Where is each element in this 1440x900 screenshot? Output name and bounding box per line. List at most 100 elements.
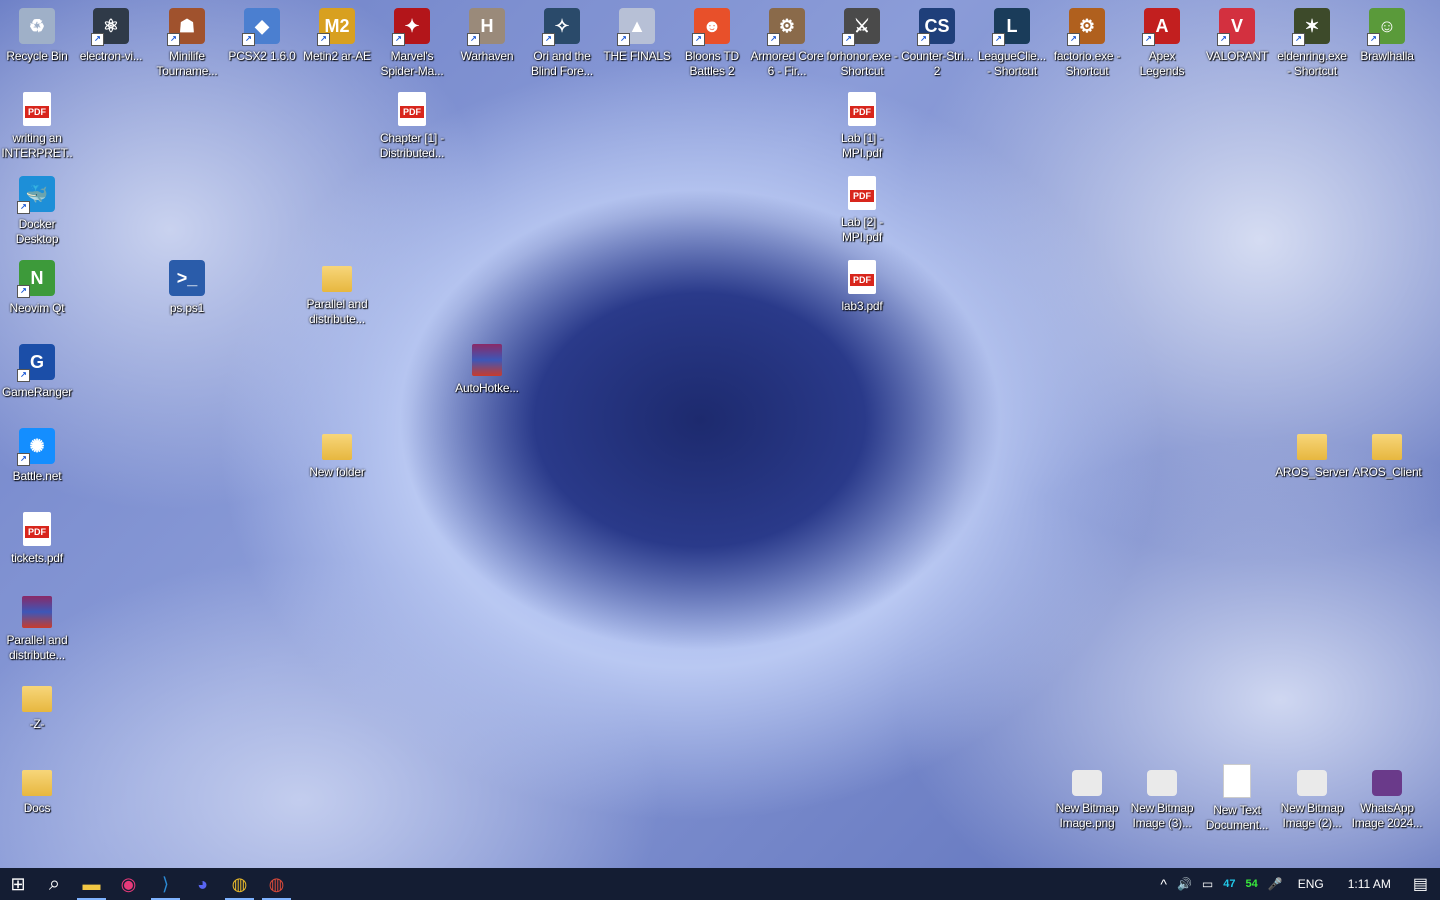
- desktop-icon[interactable]: ✦ ↗ Marvel's Spider-Ma...: [375, 4, 449, 84]
- app-icon: ☗ ↗: [167, 8, 205, 46]
- desktop-icon-label: New Bitmap Image (3)...: [1130, 801, 1194, 830]
- taskbar: ⊞ ⌕ ▬ ◉ ⟩ ◕ ◍ ◍ ^ 🔊 ▭ 47 54 🎤 ENG 1:11 AM ▤: [0, 868, 1440, 900]
- tray-temp-green[interactable]: 54: [1241, 868, 1263, 900]
- desktop-icon[interactable]: ☗ ↗ Minilife Tourname...: [150, 4, 224, 84]
- app-icon: ✦ ↗: [392, 8, 430, 46]
- desktop-icon-label: WhatsApp Image 2024...: [1351, 801, 1423, 830]
- desktop-icon-label: Counter-Stri... 2: [901, 49, 973, 78]
- app-icon: ◍: [268, 873, 285, 894]
- shortcut-arrow-icon: ↗: [692, 33, 705, 46]
- desktop-icon[interactable]: ⚔ ↗ forhonor.exe - Shortcut: [825, 4, 899, 84]
- shortcut-arrow-icon: ↗: [617, 33, 630, 46]
- desktop-icon[interactable]: CS ↗ Counter-Stri... 2: [900, 4, 974, 84]
- image-file-icon: [1072, 770, 1102, 796]
- desktop-icon[interactable]: PDF tickets.pdf: [0, 508, 74, 588]
- desktop-icon[interactable]: 🐳 ↗ Docker Desktop: [0, 172, 74, 252]
- desktop-icon[interactable]: PDF writing an INTERPRET...: [0, 88, 74, 168]
- desktop-icon[interactable]: -Z-: [0, 676, 74, 756]
- show-hidden-icons-chevron[interactable]: ^: [1155, 868, 1172, 900]
- pdf-file-icon: PDF: [398, 92, 426, 126]
- desktop-icon[interactable]: ☻ ↗ Bloons TD Battles 2: [675, 4, 749, 84]
- desktop-icon[interactable]: ✺ ↗ Battle.net: [0, 424, 74, 504]
- notification-center-icon[interactable]: ▤: [1405, 868, 1440, 900]
- network-icon[interactable]: ▭: [1197, 868, 1218, 900]
- desktop-icon[interactable]: ⚙ ↗ factorio.exe - Shortcut: [1050, 4, 1124, 84]
- desktop-icon[interactable]: M2 ↗ Metin2 ar-AE: [300, 4, 374, 84]
- taskbar-app-button[interactable]: ◍: [221, 868, 258, 900]
- desktop-icon[interactable]: WhatsApp Image 2024...: [1350, 760, 1424, 840]
- desktop-icon-label: New Bitmap Image (2)...: [1280, 801, 1344, 830]
- desktop-icon[interactable]: PDF lab3.pdf: [825, 256, 899, 336]
- desktop-icon[interactable]: G ↗ GameRanger: [0, 340, 74, 420]
- desktop-icon[interactable]: >_ ps.ps1: [150, 256, 224, 336]
- desktop-icon[interactable]: PDF Lab [1] - MPI.pdf: [825, 88, 899, 168]
- desktop-icon[interactable]: ◆ ↗ PCSX2 1.6.0: [225, 4, 299, 84]
- desktop-icon[interactable]: New Bitmap Image (2)...: [1275, 760, 1349, 840]
- taskbar-app-button[interactable]: ◉: [110, 868, 147, 900]
- app-icon: ☺ ↗: [1367, 8, 1405, 46]
- app-icon: ✺ ↗: [17, 428, 55, 466]
- desktop-icon[interactable]: New Bitmap Image (3)...: [1125, 760, 1199, 840]
- app-icon: N ↗: [17, 260, 55, 298]
- shortcut-arrow-icon: ↗: [167, 33, 180, 46]
- desktop-icon-label: New Text Document...: [1205, 803, 1269, 832]
- desktop[interactable]: ♻ Recycle Bin ⚛ ↗ electron-vi... ☗ ↗ Minilife T…: [0, 0, 1440, 868]
- app-icon: ▬: [82, 873, 101, 894]
- desktop-icon[interactable]: ⚙ ↗ Armored Core 6 - Fir...: [750, 4, 824, 84]
- desktop-icon[interactable]: AROS_Server: [1275, 424, 1349, 504]
- folder-icon: [1372, 434, 1402, 460]
- desktop-icon[interactable]: ⚛ ↗ electron-vi...: [74, 4, 148, 84]
- desktop-icon[interactable]: A ↗ Apex Legends: [1125, 4, 1199, 84]
- desktop-icon[interactable]: V ↗ VALORANT: [1200, 4, 1274, 84]
- desktop-icon[interactable]: ☺ ↗ Brawlhalla: [1350, 4, 1424, 84]
- tray-temp-cyan[interactable]: 47: [1218, 868, 1240, 900]
- taskbar-app-button[interactable]: ⟩: [147, 868, 184, 900]
- desktop-icon[interactable]: PDF Lab [2] - MPI.pdf: [825, 172, 899, 252]
- desktop-icon[interactable]: Docs: [0, 760, 74, 840]
- app-icon: ⚔ ↗: [842, 8, 880, 46]
- image-file-icon: [1147, 770, 1177, 796]
- desktop-icon-label: Lab [2] - MPI.pdf: [840, 215, 884, 244]
- desktop-icon[interactable]: Parallel and distribute...: [300, 256, 374, 336]
- desktop-icon[interactable]: New Text Document...: [1200, 760, 1274, 840]
- pdf-file-icon: PDF: [848, 92, 876, 126]
- desktop-icon[interactable]: ▲ ↗ THE FINALS: [600, 4, 674, 84]
- desktop-icon[interactable]: ✶ ↗ eldenring.exe - Shortcut: [1275, 4, 1349, 84]
- desktop-icon[interactable]: L ↗ LeagueClie... - Shortcut: [975, 4, 1049, 84]
- app-icon: ▲ ↗: [617, 8, 655, 46]
- start-button[interactable]: ⊞: [0, 868, 36, 900]
- desktop-icon[interactable]: AROS_Client: [1350, 424, 1424, 504]
- desktop-icon[interactable]: ✧ ↗ Ori and the Blind Fore...: [525, 4, 599, 84]
- desktop-icon-label: Warhaven: [460, 49, 514, 63]
- desktop-icon[interactable]: H ↗ Warhaven: [450, 4, 524, 84]
- taskbar-app-button[interactable]: ◕: [184, 868, 221, 900]
- shortcut-arrow-icon: ↗: [767, 33, 780, 46]
- desktop-icon[interactable]: New folder: [300, 424, 374, 504]
- search-button[interactable]: ⌕: [36, 868, 73, 900]
- app-icon: L ↗: [992, 8, 1030, 46]
- taskbar-app-button[interactable]: ◍: [258, 868, 295, 900]
- desktop-icon[interactable]: PDF Chapter [1] - Distributed...: [375, 88, 449, 168]
- shortcut-arrow-icon: ↗: [917, 33, 930, 46]
- microphone-icon[interactable]: 🎤: [1263, 868, 1288, 900]
- shortcut-arrow-icon: ↗: [91, 33, 104, 46]
- desktop-icon-label: THE FINALS: [603, 49, 671, 63]
- clock[interactable]: 1:11 AM: [1334, 868, 1405, 900]
- desktop-icon[interactable]: AutoHotke...: [450, 340, 524, 420]
- language-indicator[interactable]: ENG: [1288, 868, 1334, 900]
- desktop-icon[interactable]: Parallel and distribute...: [0, 592, 74, 672]
- volume-icon[interactable]: 🔊: [1172, 868, 1197, 900]
- app-icon: ◕: [197, 873, 208, 894]
- archive-icon: [22, 596, 52, 628]
- desktop-icon[interactable]: New Bitmap Image.png: [1050, 760, 1124, 840]
- shortcut-arrow-icon: ↗: [842, 33, 855, 46]
- desktop-icon-label: electron-vi...: [79, 49, 143, 63]
- app-icon: ⚛ ↗: [91, 8, 129, 46]
- desktop-icon-label: New folder: [309, 465, 365, 479]
- desktop-icon-label: LeagueClie... - Shortcut: [977, 49, 1047, 78]
- desktop-icon[interactable]: ♻ Recycle Bin: [0, 4, 74, 84]
- desktop-icon-label: Battle.net: [12, 469, 62, 483]
- taskbar-app-button[interactable]: ▬: [73, 868, 110, 900]
- desktop-icon[interactable]: N ↗ Neovim Qt: [0, 256, 74, 336]
- desktop-icon-label: Apex Legends: [1139, 49, 1185, 78]
